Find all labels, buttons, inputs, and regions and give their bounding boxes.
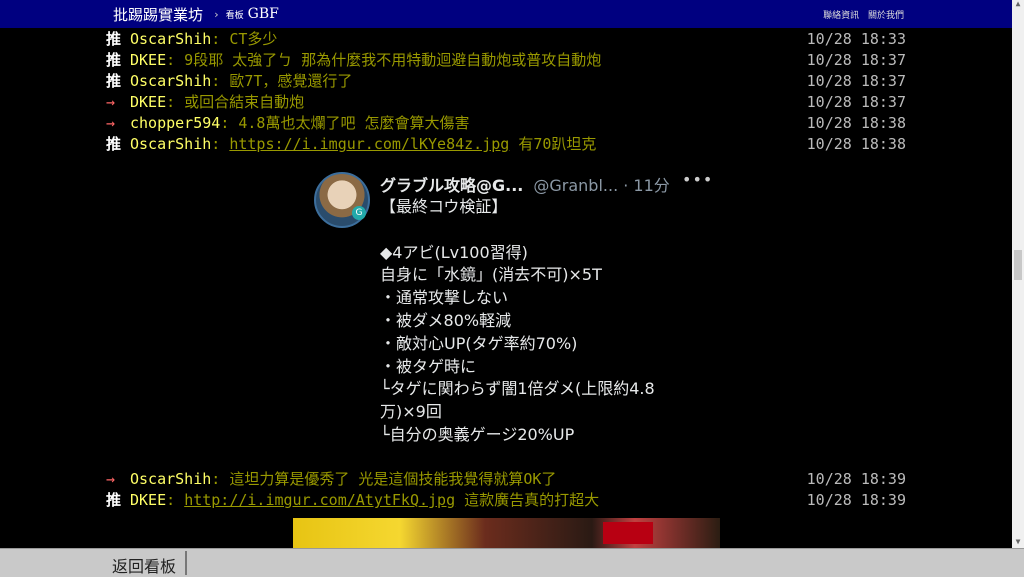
push-userid: chopper594	[130, 114, 221, 132]
push-content: : CT多少	[211, 30, 278, 48]
push-row: 推 OscarShih: https://i.imgur.com/lKYe84z.…	[106, 134, 906, 154]
push-userid: OscarShih	[130, 135, 212, 153]
push-time: 10/28 18:37	[806, 51, 906, 69]
scroll-down-icon[interactable]: ▼	[1014, 538, 1022, 546]
push-userid: OscarShih	[130, 470, 212, 488]
scrollbar[interactable]: ▲ ▼	[1012, 0, 1024, 548]
tweet-line	[380, 219, 710, 242]
embedded-tweet[interactable]: G グラブル攻略@G... @Granbl... · 11分 ••• 【最終コウ検…	[312, 166, 712, 456]
push-content: :	[166, 491, 185, 509]
scroll-thumb[interactable]	[1014, 250, 1022, 280]
tweet-line: 万)×9回	[380, 402, 442, 422]
back-to-board-button[interactable]: 返回看板	[112, 553, 176, 577]
embedded-image-preview[interactable]	[293, 518, 720, 548]
push-row: → DKEE: 或回合結束自動炮 10/28 18:37	[106, 92, 906, 112]
push-tag: 推	[106, 51, 122, 69]
tweet-line: └自分の奥義ゲージ20%UP	[380, 424, 575, 444]
push-content: : 9段耶 太強了ㄅ 那為什麼我不用特動迴避自動炮或普攻自動炮	[166, 51, 602, 69]
tweet-line: ・被ダメ80%軽減	[380, 310, 512, 330]
push-content-after: 有70趴坦克	[509, 135, 597, 153]
push-time: 10/28 18:38	[806, 114, 906, 132]
contact-link[interactable]: 聯絡資訊	[823, 11, 859, 21]
push-userid: OscarShih	[130, 72, 212, 90]
push-content: : 歐7T，感覺還行了	[211, 72, 353, 90]
push-content: : 或回合結束自動炮	[166, 93, 305, 111]
board-label: 看板	[225, 10, 244, 21]
push-tag: →	[106, 470, 116, 488]
push-row: 推 OscarShih: CT多少 10/28 18:33	[106, 29, 906, 49]
avatar-badge-icon: G	[352, 206, 366, 220]
push-tag: →	[106, 93, 116, 111]
imgur-link[interactable]: https://i.imgur.com/lKYe84z.jpg	[229, 135, 509, 153]
tweet-body: 【最終コウ検証】 ◆4アビ(Lv100習得) 自身に「水鏡」(消去不可)×5T …	[380, 196, 710, 447]
tweet-header: グラブル攻略@G... @Granbl... · 11分	[380, 172, 670, 196]
push-content-after: 這款廣告真的打超大	[455, 491, 600, 509]
top-bar: 批踢踢實業坊 › 看板 GBF 聯絡資訊 關於我們	[0, 0, 1012, 28]
header-links: 聯絡資訊 關於我們	[817, 8, 904, 21]
push-userid: DKEE	[130, 51, 167, 69]
push-row: → OscarShih: 這坦力算是優秀了 光是這個技能我覺得就算OK了 10/2…	[106, 469, 906, 489]
push-time: 10/28 18:33	[806, 30, 906, 48]
tweet-line: ・被タゲ時に	[380, 356, 477, 376]
scroll-up-icon[interactable]: ▲	[1014, 0, 1022, 8]
push-time: 10/28 18:38	[806, 135, 906, 153]
bottom-divider	[185, 551, 187, 575]
more-options-icon[interactable]: •••	[682, 170, 713, 189]
tweet-line: 【最終コウ検証】	[380, 197, 508, 216]
push-time: 10/28 18:39	[806, 470, 906, 488]
image-sign-shape	[603, 522, 653, 544]
imgur-link[interactable]: http://i.imgur.com/AtytFkQ.jpg	[184, 491, 455, 509]
push-row: → chopper594: 4.8萬也太爛了吧 怎麼會算大傷害 10/28 18:…	[106, 113, 906, 133]
push-row: 推 DKEE: 9段耶 太強了ㄅ 那為什麼我不用特動迴避自動炮或普攻自動炮 10/…	[106, 50, 906, 70]
push-tag: 推	[106, 72, 122, 90]
tweet-line: ◆4アビ(Lv100習得)	[380, 242, 528, 262]
push-tag: 推	[106, 491, 122, 509]
push-row: 推 OscarShih: 歐7T，感覺還行了 10/28 18:37	[106, 71, 906, 91]
tweet-avatar[interactable]: G	[314, 172, 370, 228]
push-content: : 這坦力算是優秀了 光是這個技能我覺得就算OK了	[211, 470, 557, 488]
push-row: 推 DKEE: http://i.imgur.com/AtytFkQ.jpg 這款…	[106, 490, 906, 510]
push-tag: 推	[106, 135, 122, 153]
push-time: 10/28 18:37	[806, 72, 906, 90]
tweet-line: ・通常攻撃しない	[380, 288, 509, 308]
push-content: :	[211, 135, 230, 153]
push-content: : 4.8萬也太爛了吧 怎麼會算大傷害	[220, 114, 470, 132]
tweet-author-name[interactable]: グラブル攻略@G...	[380, 176, 523, 195]
board-name-link[interactable]: GBF	[248, 6, 279, 22]
tweet-line: 自身に「水鏡」(消去不可)×5T	[380, 265, 602, 285]
tweet-handle-time: @Granbl... · 11分	[533, 176, 670, 195]
tweet-line: └タゲに関わらず闇1倍ダメ(上限約4.8	[380, 379, 655, 399]
push-time: 10/28 18:39	[806, 491, 906, 509]
push-time: 10/28 18:37	[806, 93, 906, 111]
push-userid: DKEE	[130, 491, 167, 509]
push-tag: 推	[106, 30, 122, 48]
about-link[interactable]: 關於我們	[868, 11, 904, 21]
site-title-link[interactable]: 批踢踢實業坊	[113, 4, 203, 25]
bottom-bar: 返回看板	[0, 548, 1024, 577]
push-userid: DKEE	[130, 93, 167, 111]
breadcrumb-separator: ›	[213, 7, 220, 21]
push-userid: OscarShih	[130, 30, 212, 48]
push-tag: →	[106, 114, 116, 132]
tweet-line: ・敵対心UP(タゲ率約70%)	[380, 333, 578, 353]
